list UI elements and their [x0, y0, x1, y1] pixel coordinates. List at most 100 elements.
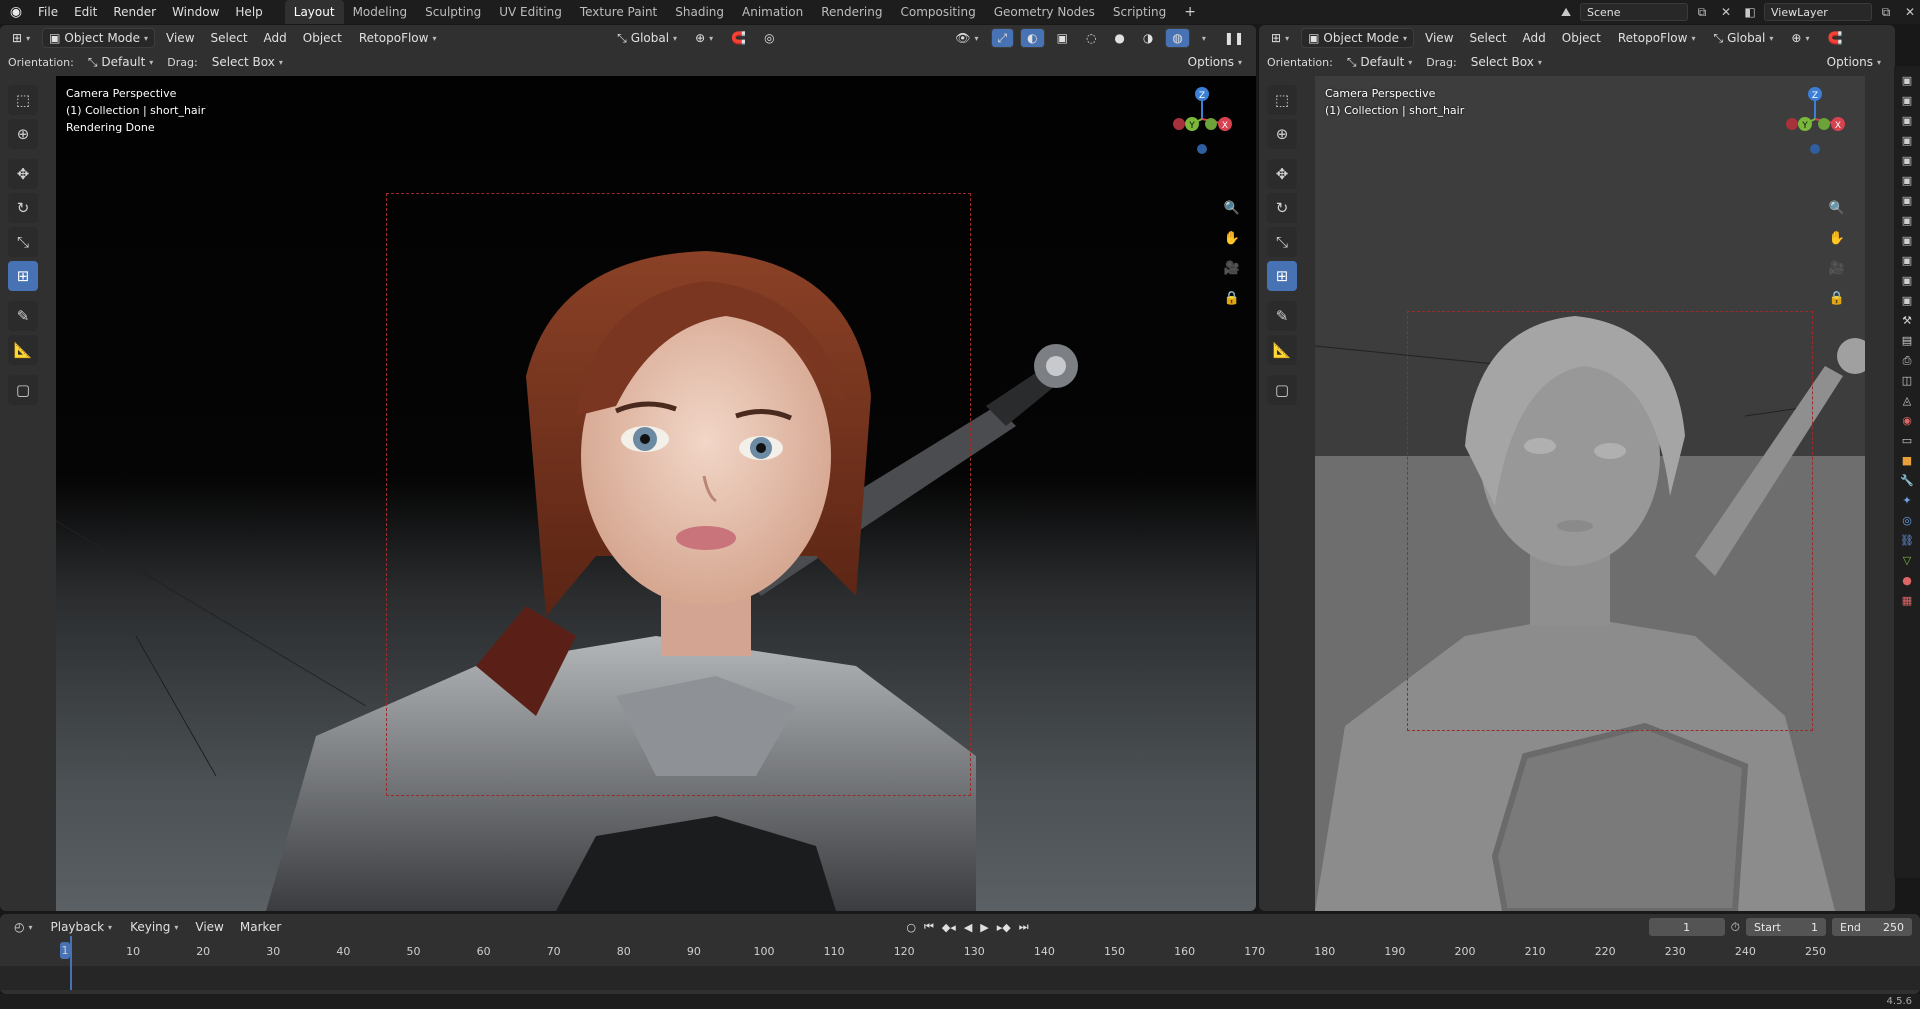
view-layer-selector[interactable]: ViewLayer: [1764, 3, 1872, 21]
delete-view-layer-icon[interactable]: ✕: [1900, 3, 1920, 21]
play-reverse-icon[interactable]: ◀: [964, 921, 972, 934]
current-frame-field[interactable]: 1: [1648, 918, 1725, 936]
menu-view[interactable]: View: [190, 920, 228, 934]
xray-toggle[interactable]: ▣: [1051, 28, 1074, 48]
menu-add[interactable]: Add: [1518, 31, 1551, 45]
snap-toggle[interactable]: 🧲: [1821, 28, 1848, 48]
menu-object[interactable]: Object: [1557, 31, 1606, 45]
scene-selector[interactable]: Scene: [1580, 3, 1688, 21]
new-scene-icon[interactable]: ⧉: [1692, 3, 1712, 21]
lock-camera-icon[interactable]: 🔒: [1220, 286, 1244, 310]
tab-sculpting[interactable]: Sculpting: [416, 0, 490, 24]
object-mode-dropdown[interactable]: ▣ Object Mode ▾: [1301, 28, 1415, 48]
start-frame-field[interactable]: Start 1: [1746, 918, 1826, 936]
texture-properties-icon[interactable]: ▦: [1902, 594, 1912, 608]
tab-modeling[interactable]: Modeling: [344, 0, 417, 24]
retopoflow-menu[interactable]: RetopoFlow ▾: [353, 28, 443, 48]
tab-texture-paint[interactable]: Texture Paint: [571, 0, 666, 24]
retopoflow-menu[interactable]: RetopoFlow ▾: [1612, 28, 1702, 48]
options-dropdown[interactable]: Options ▾: [1182, 52, 1248, 72]
object-properties-icon[interactable]: ■: [1902, 454, 1912, 468]
particles-properties-icon[interactable]: ✦: [1902, 494, 1911, 508]
cursor-tool-icon[interactable]: ⊕: [1267, 119, 1297, 149]
blender-logo-icon[interactable]: ◉: [8, 4, 24, 20]
constraints-properties-icon[interactable]: ⛓: [1900, 534, 1914, 548]
camera-icon[interactable]: ▣: [1902, 174, 1912, 188]
menu-help[interactable]: Help: [227, 0, 270, 24]
orientation-dropdown[interactable]: ⤡ Default ▾: [82, 52, 159, 72]
rotate-tool-icon[interactable]: ↻: [8, 193, 38, 223]
cursor-tool-icon[interactable]: ⊕: [8, 119, 38, 149]
shading-options-dropdown[interactable]: ▾: [1196, 28, 1212, 48]
view-layer-properties-icon[interactable]: ◫: [1902, 374, 1912, 388]
tab-uv-editing[interactable]: UV Editing: [490, 0, 571, 24]
scene-properties-icon[interactable]: ◬: [1903, 394, 1911, 408]
output-properties-icon[interactable]: ⎙: [1903, 354, 1912, 368]
material-shading-icon[interactable]: ◑: [1137, 28, 1159, 48]
menu-view[interactable]: View: [1420, 31, 1458, 45]
camera-icon[interactable]: ▣: [1902, 114, 1912, 128]
scale-tool-icon[interactable]: ⤡: [1267, 227, 1297, 257]
left-viewport-canvas[interactable]: Camera Perspective (1) Collection | shor…: [56, 76, 1256, 911]
options-dropdown[interactable]: Options ▾: [1821, 52, 1887, 72]
add-cube-tool-icon[interactable]: ▢: [1267, 375, 1297, 405]
data-properties-icon[interactable]: ▽: [1903, 554, 1911, 568]
overlay-toggle[interactable]: ◐: [1020, 28, 1045, 48]
preview-range-icon[interactable]: ⏱: [1731, 920, 1740, 935]
tab-shading[interactable]: Shading: [666, 0, 733, 24]
measure-tool-icon[interactable]: 📐: [1267, 335, 1297, 365]
pause-render-icon[interactable]: ❚❚: [1218, 28, 1250, 48]
transform-orientation-dropdown[interactable]: ⤡ Global ▾: [611, 28, 683, 48]
new-view-layer-icon[interactable]: ⧉: [1876, 3, 1896, 21]
tool-properties-icon[interactable]: ⚒: [1902, 314, 1912, 328]
keyframe-track[interactable]: [0, 936, 1920, 990]
select-box-tool-icon[interactable]: ⬚: [1267, 85, 1297, 115]
menu-add[interactable]: Add: [259, 31, 292, 45]
frame-ruler[interactable]: 1 10 20 30 40 50 60 70 80 90 100 110 120 130 140 150 16…: [0, 942, 1920, 964]
menu-select[interactable]: Select: [1465, 31, 1512, 45]
camera-icon[interactable]: ▣: [1902, 234, 1912, 248]
drag-dropdown[interactable]: Select Box ▾: [206, 52, 289, 72]
navigation-gizmo[interactable]: Z X Y: [1780, 84, 1850, 154]
next-keyframe-icon[interactable]: ▸◆: [997, 921, 1011, 934]
camera-view-icon[interactable]: 🎥: [1220, 256, 1244, 280]
material-properties-icon[interactable]: ●: [1902, 574, 1912, 588]
menu-render[interactable]: Render: [105, 0, 164, 24]
play-icon[interactable]: ▶: [980, 921, 988, 934]
end-frame-field[interactable]: End 250: [1832, 918, 1912, 936]
visibility-dropdown[interactable]: 👁 ▾: [949, 28, 984, 48]
editor-type-dropdown[interactable]: ⊞ ▾: [1265, 28, 1295, 48]
pan-hand-icon[interactable]: ✋: [1220, 226, 1244, 250]
move-tool-icon[interactable]: ✥: [1267, 159, 1297, 189]
annotate-tool-icon[interactable]: ✎: [8, 301, 38, 331]
pivot-dropdown[interactable]: ⊕ ▾: [689, 28, 719, 48]
rotate-tool-icon[interactable]: ↻: [1267, 193, 1297, 223]
playhead-frame-label[interactable]: 1: [60, 942, 70, 959]
tab-scripting[interactable]: Scripting: [1104, 0, 1175, 24]
tab-geometry-nodes[interactable]: Geometry Nodes: [985, 0, 1104, 24]
physics-properties-icon[interactable]: ◎: [1902, 514, 1912, 528]
collection-properties-icon[interactable]: ▭: [1902, 434, 1912, 448]
pan-hand-icon[interactable]: ✋: [1825, 226, 1849, 250]
camera-icon[interactable]: ▣: [1902, 274, 1912, 288]
object-mode-dropdown[interactable]: ▣ Object Mode ▾: [42, 28, 156, 48]
tab-compositing[interactable]: Compositing: [891, 0, 984, 24]
editor-type-dropdown[interactable]: ⊞ ▾: [6, 28, 36, 48]
camera-icon[interactable]: ▣: [1902, 194, 1912, 208]
menu-window[interactable]: Window: [164, 0, 227, 24]
view-layer-icon[interactable]: ◧: [1740, 3, 1760, 21]
right-viewport-canvas[interactable]: Camera Perspective (1) Collection | shor…: [1315, 76, 1865, 911]
camera-icon[interactable]: ▣: [1902, 294, 1912, 308]
drag-dropdown[interactable]: Select Box ▾: [1465, 52, 1548, 72]
jump-start-icon[interactable]: ⏮: [924, 920, 934, 934]
proportional-edit-toggle[interactable]: ◎: [758, 28, 780, 48]
tab-animation[interactable]: Animation: [733, 0, 812, 24]
rendered-shading-icon[interactable]: ◍: [1165, 28, 1190, 48]
delete-scene-icon[interactable]: ✕: [1716, 3, 1736, 21]
zoom-icon[interactable]: 🔍: [1825, 196, 1849, 220]
solid-shading-icon[interactable]: ●: [1108, 28, 1130, 48]
add-cube-tool-icon[interactable]: ▢: [8, 375, 38, 405]
transform-orientation-dropdown[interactable]: ⤡ Global ▾: [1707, 28, 1779, 48]
prev-keyframe-icon[interactable]: ◆◂: [942, 921, 956, 934]
keying-menu[interactable]: Keying ▾: [124, 917, 184, 937]
